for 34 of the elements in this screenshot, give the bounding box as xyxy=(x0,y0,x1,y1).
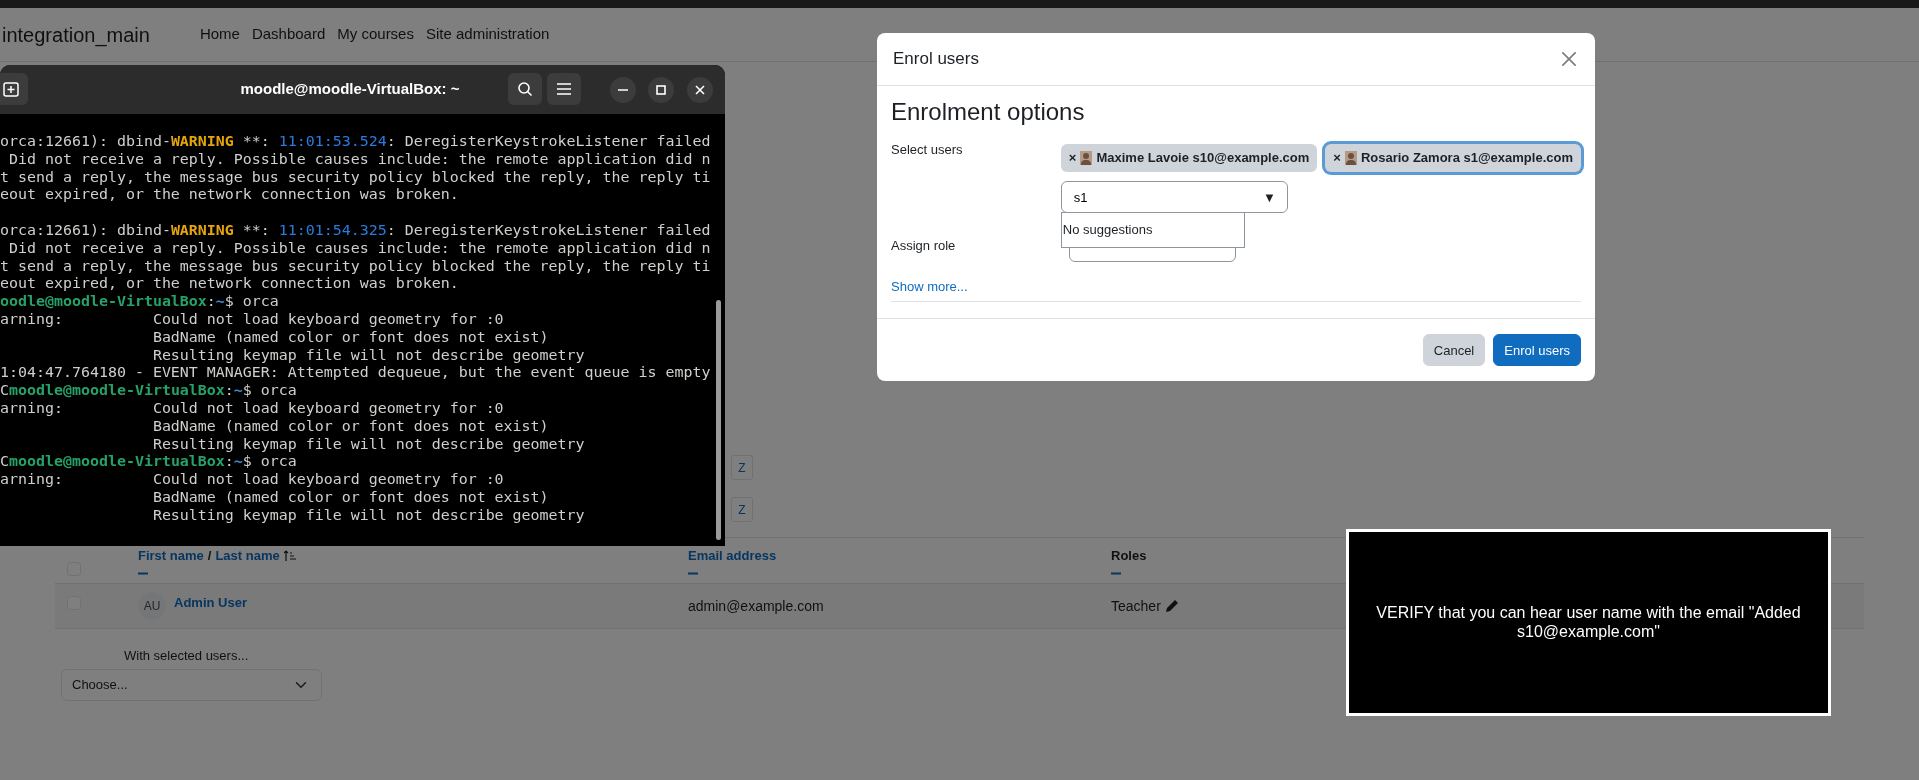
column-header: Roles xyxy=(1111,547,1147,565)
terminal-line: arning: Could not load keyboard geometry for :0 xyxy=(0,310,505,329)
section-heading: Enrolment options xyxy=(891,97,1086,127)
terminal-line: t send a reply, the message bus security policy blocked the reply, the reply ti xyxy=(0,168,712,187)
dialog-title: Enrol users xyxy=(893,48,979,70)
terminal-line: eout expired, or the network connection was broken. xyxy=(0,186,460,205)
terminal-line: BadName (named color or font does not exist) xyxy=(151,488,550,507)
terminal-line: eout expired, or the network connection was broken. xyxy=(0,275,460,294)
terminal-line: orca:12661): dbind-WARNING **: 11:01:54.325: DeregisterKeystrokeListener failed xyxy=(0,220,712,240)
role-text: Teacher xyxy=(1111,596,1161,616)
terminal-line: Cmoodle@moodle-VirtualBox:~$ orca xyxy=(0,453,298,472)
terminal-line: Cmoodle@moodle-VirtualBox:~$ orca xyxy=(0,382,298,400)
field-label: Assign role xyxy=(891,238,956,253)
terminal-line: t send a reply, the message bus security policy blocked the reply, the reply ti xyxy=(0,257,712,276)
window-title: moodle@moodle-VirtualBox: ~ xyxy=(239,79,461,100)
terminal-line: Resulting keymap file will not describe geometry xyxy=(151,346,586,365)
terminal-line: Resulting keymap file will not describe geometry xyxy=(151,435,586,454)
separator-text: / xyxy=(207,547,212,565)
terminal-line: 1:04:47.764180 - EVENT MANAGER: Attempted dequeue, but the event queue is empty xyxy=(0,364,712,383)
user-avatar: AU xyxy=(138,592,166,620)
terminal-line: orca:12661): dbind-WARNING **: 11:01:53.524: DeregisterKeystrokeListener failed xyxy=(0,133,712,151)
field-label: Select users xyxy=(891,142,963,157)
email-cell: admin@example.com xyxy=(688,583,1111,629)
terminal-line: oodle@moodle-VirtualBox:~$ orca xyxy=(0,293,280,311)
terminal-line: Did not receive a reply. Possible causes include: the remote application did n xyxy=(8,239,712,258)
terminal-line: arning: Could not load keyboard geometry for :0 xyxy=(0,399,505,418)
terminal-line: Did not receive a reply. Possible causes include: the remote application did n xyxy=(8,150,712,169)
terminal-line: Resulting keymap file will not describe geometry xyxy=(151,506,586,525)
terminal-line: BadName (named color or font does not exist) xyxy=(151,417,550,436)
instruction-text: VERIFY that you can hear user name with the email "Added s10@example.com" xyxy=(1375,604,1802,641)
terminal-line: arning: Could not load keyboard geometry for :0 xyxy=(0,471,505,489)
terminal-line: BadName (named color or font does not exist) xyxy=(151,328,550,347)
bulk-action-label: With selected users... xyxy=(123,647,250,665)
suggestions-list: No suggestions xyxy=(1060,212,1245,248)
